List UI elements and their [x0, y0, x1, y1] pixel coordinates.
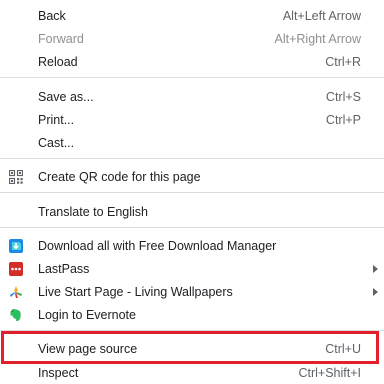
live-start-page-icon	[10, 285, 22, 298]
live-start-page-label: Live Start Page - Living Wallpapers	[38, 284, 233, 299]
menu-item-forward: Forward Alt+Right Arrow	[0, 27, 384, 50]
menu-item-reload[interactable]: Reload Ctrl+R	[0, 50, 384, 73]
lastpass-icon	[9, 261, 23, 276]
chevron-right-icon	[373, 264, 378, 273]
menu-item-back[interactable]: Back Alt+Left Arrow	[0, 4, 384, 27]
back-shortcut: Alt+Left Arrow	[282, 8, 361, 23]
print-label: Print...	[38, 112, 75, 127]
free-download-manager-label: Download all with Free Download Manager	[38, 238, 277, 253]
menu-item-print[interactable]: Print... Ctrl+P	[0, 108, 384, 131]
chevron-right-icon	[373, 287, 378, 296]
forward-shortcut: Alt+Right Arrow	[274, 31, 362, 46]
back-label: Back	[38, 8, 66, 23]
translate-label: Translate to English	[38, 204, 149, 219]
separator	[0, 227, 384, 228]
cast-label: Cast...	[38, 135, 75, 150]
view-page-source-shortcut: Ctrl+U	[325, 341, 361, 356]
create-qr-code-label: Create QR code for this page	[38, 169, 201, 184]
inspect-label: Inspect	[38, 365, 79, 380]
save-as-shortcut: Ctrl+S	[325, 89, 361, 104]
menu-item-cast[interactable]: Cast...	[0, 131, 384, 154]
view-page-source-label: View page source	[38, 341, 138, 356]
menu-item-free-download-manager[interactable]: Download all with Free Download Manager	[0, 234, 384, 257]
menu-item-view-page-source[interactable]: View page source Ctrl+U	[0, 337, 384, 360]
menu-item-translate[interactable]: Translate to English	[0, 200, 384, 223]
menu-item-lastpass[interactable]: LastPass	[0, 257, 384, 280]
menu-item-create-qr-code[interactable]: Create QR code for this page	[0, 165, 384, 188]
free-download-manager-icon	[9, 238, 23, 253]
menu-item-live-start-page[interactable]: Live Start Page - Living Wallpapers	[0, 280, 384, 303]
context-menu: Back Alt+Left Arrow Forward Alt+Right Ar…	[0, 0, 384, 384]
inspect-shortcut: Ctrl+Shift+I	[298, 365, 361, 380]
menu-item-evernote[interactable]: Login to Evernote	[0, 303, 384, 326]
save-as-label: Save as...	[38, 89, 94, 104]
separator	[0, 158, 384, 159]
print-shortcut: Ctrl+P	[325, 112, 361, 127]
evernote-label: Login to Evernote	[38, 307, 136, 322]
reload-label: Reload	[38, 54, 78, 69]
separator	[0, 330, 384, 331]
separator	[0, 77, 384, 78]
evernote-icon	[10, 308, 21, 321]
menu-item-inspect[interactable]: Inspect Ctrl+Shift+I	[0, 361, 384, 384]
forward-label: Forward	[38, 31, 84, 46]
lastpass-label: LastPass	[38, 261, 90, 276]
menu-item-save-as[interactable]: Save as... Ctrl+S	[0, 85, 384, 108]
reload-shortcut: Ctrl+R	[325, 54, 361, 69]
qr-code-icon	[9, 169, 23, 184]
separator	[0, 192, 384, 193]
